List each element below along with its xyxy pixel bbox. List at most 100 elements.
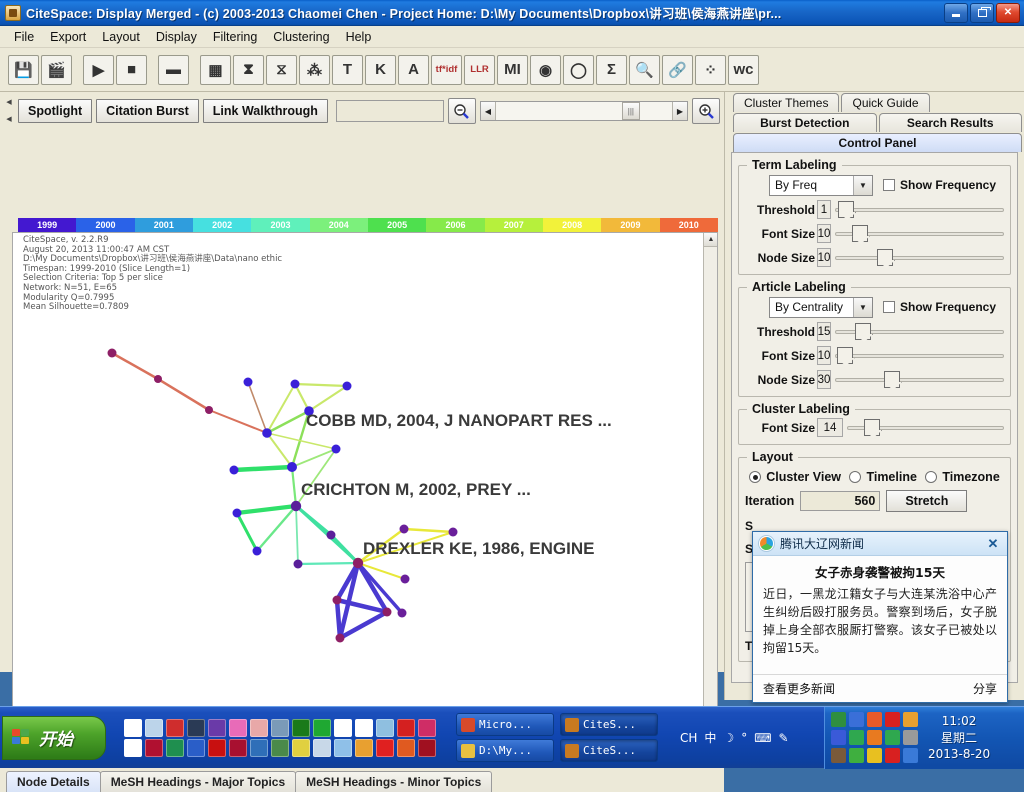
node-circle-icon[interactable]: ◯ bbox=[563, 54, 594, 85]
slider-track-wrap[interactable] bbox=[847, 418, 1004, 437]
graph-node[interactable] bbox=[382, 607, 392, 617]
menu-help[interactable]: Help bbox=[338, 28, 380, 46]
tray-icon[interactable] bbox=[867, 730, 882, 745]
quick-launch-bar[interactable] bbox=[124, 718, 436, 757]
quick-launch-icon[interactable] bbox=[166, 718, 184, 737]
scroll-left-icon[interactable]: ◀ bbox=[480, 102, 496, 120]
bottom-tab-2[interactable]: MeSH Headings - Minor Topics bbox=[295, 771, 493, 792]
graph-node[interactable] bbox=[335, 633, 345, 643]
graph-node[interactable] bbox=[331, 444, 341, 454]
graph-node[interactable] bbox=[229, 465, 239, 475]
scrollbar-track[interactable]: ||| bbox=[495, 102, 672, 120]
quick-launch-icon[interactable] bbox=[355, 718, 373, 737]
graph-node[interactable] bbox=[400, 574, 410, 584]
quick-launch-icon[interactable] bbox=[124, 718, 142, 737]
menu-export[interactable]: Export bbox=[42, 28, 94, 46]
quick-launch-icon[interactable] bbox=[376, 718, 394, 737]
taskbar-clock[interactable]: 11:02 星期二 2013-8-20 bbox=[928, 714, 990, 761]
graph-node[interactable] bbox=[397, 608, 407, 618]
stretch-button[interactable]: Stretch bbox=[886, 490, 968, 512]
chain-link-icon[interactable]: 🔗 bbox=[662, 54, 693, 85]
tray-icon[interactable] bbox=[849, 730, 864, 745]
slider-track-wrap[interactable] bbox=[835, 248, 1004, 267]
llr-button[interactable]: LLR bbox=[464, 54, 495, 85]
search-input[interactable] bbox=[335, 100, 444, 122]
quick-launch-icon[interactable] bbox=[334, 718, 352, 737]
quick-launch-icon[interactable] bbox=[250, 738, 268, 757]
quick-launch-icon[interactable] bbox=[208, 718, 226, 737]
slider-value[interactable]: 15 bbox=[817, 322, 831, 341]
slider-knob[interactable] bbox=[836, 347, 853, 364]
tray-icon[interactable] bbox=[885, 730, 900, 745]
network-canvas[interactable]: CiteSpace, v. 2.2.R9 August 20, 2013 11:… bbox=[12, 232, 718, 750]
sigma-icon[interactable]: Σ bbox=[596, 54, 627, 85]
graph-node[interactable] bbox=[205, 406, 213, 414]
tab-control-panel[interactable]: Control Panel bbox=[733, 133, 1022, 152]
slider-track[interactable] bbox=[835, 378, 1004, 382]
graph-node[interactable] bbox=[342, 381, 352, 391]
slider-value[interactable]: 10 bbox=[817, 224, 831, 243]
quick-launch-icon[interactable] bbox=[229, 738, 247, 757]
bottom-tab-0[interactable]: Node Details bbox=[6, 771, 101, 792]
quick-launch-icon[interactable] bbox=[292, 738, 310, 757]
graph-node[interactable] bbox=[352, 557, 364, 569]
quick-launch-icon[interactable] bbox=[208, 738, 226, 757]
menu-clustering[interactable]: Clustering bbox=[265, 28, 337, 46]
slider-value[interactable]: 1 bbox=[817, 200, 831, 219]
node-ring-icon[interactable]: ◉ bbox=[530, 54, 561, 85]
node-label[interactable]: COBB MD, 2004, J NANOPART RES ... bbox=[306, 411, 612, 430]
tray-icon[interactable] bbox=[849, 748, 864, 763]
layout-option-timezone[interactable]: Timezone bbox=[925, 470, 1000, 484]
horizontal-scrollbar[interactable]: ◀ ||| ▶ bbox=[479, 101, 688, 121]
tray-icon[interactable] bbox=[831, 730, 846, 745]
quick-launch-icon[interactable] bbox=[271, 738, 289, 757]
graph-node[interactable] bbox=[262, 428, 272, 438]
play-icon[interactable]: ▶ bbox=[83, 54, 114, 85]
radio-button[interactable] bbox=[925, 471, 938, 483]
quick-launch-icon[interactable] bbox=[166, 738, 184, 757]
article-show-frequency-checkbox[interactable]: Show Frequency bbox=[883, 300, 996, 314]
iteration-field[interactable]: 560 bbox=[800, 491, 881, 511]
mi-button[interactable]: MI bbox=[497, 54, 528, 85]
layout-option-cluster-view[interactable]: Cluster View bbox=[749, 470, 841, 484]
ime-toolbar[interactable]: CH 中 ☽ ° ⌨ ✎ bbox=[680, 729, 789, 746]
wc-tc-icon[interactable]: wc bbox=[728, 54, 759, 85]
popup-more-link[interactable]: 查看更多新闻 bbox=[763, 680, 835, 697]
tray-icon[interactable] bbox=[903, 712, 918, 727]
hourglass-outline-icon[interactable]: ⧖ bbox=[266, 54, 297, 85]
ime-item-2[interactable]: ☽ bbox=[723, 731, 734, 745]
chevron-down-icon-2[interactable]: ▼ bbox=[853, 297, 872, 317]
node-label[interactable]: CRICHTON M, 2002, PREY ... bbox=[301, 480, 531, 499]
menu-display[interactable]: Display bbox=[148, 28, 205, 46]
quick-launch-icon[interactable] bbox=[187, 738, 205, 757]
menu-filtering[interactable]: Filtering bbox=[205, 28, 265, 46]
tab-cluster-themes[interactable]: Cluster Themes bbox=[733, 93, 840, 112]
network-graph[interactable]: COBB MD, 2004, J NANOPART RES ... CRICHTO… bbox=[13, 233, 718, 750]
graph-node[interactable] bbox=[243, 377, 253, 387]
quick-launch-icon[interactable] bbox=[313, 718, 331, 737]
checkbox-box[interactable] bbox=[883, 179, 895, 191]
label-a-icon[interactable]: A bbox=[398, 54, 429, 85]
maximize-button[interactable] bbox=[970, 2, 994, 23]
tray-icons[interactable] bbox=[831, 712, 918, 763]
tray-icon[interactable] bbox=[849, 712, 864, 727]
tab-search-results[interactable]: Search Results bbox=[878, 113, 1022, 132]
slider-value[interactable]: 10 bbox=[817, 346, 831, 365]
article-labeling-select[interactable]: By Centrality ▼ bbox=[769, 296, 873, 318]
graph-node[interactable] bbox=[326, 530, 336, 540]
tab-quick-guide[interactable]: Quick Guide bbox=[841, 93, 930, 112]
ime-item-0[interactable]: CH bbox=[680, 731, 697, 745]
quick-launch-icon[interactable] bbox=[418, 738, 436, 757]
tray-icon[interactable] bbox=[867, 712, 882, 727]
zoom-in-icon[interactable] bbox=[692, 98, 720, 124]
slider-track-wrap[interactable] bbox=[835, 224, 1004, 243]
graph-node[interactable] bbox=[287, 462, 297, 472]
slider-track-wrap[interactable] bbox=[835, 346, 1004, 365]
magnify-yellow-icon[interactable]: 🔍 bbox=[629, 54, 660, 85]
taskbar-button[interactable]: D:\My... bbox=[456, 739, 554, 762]
tricolor-nodes-icon[interactable]: ⁘ bbox=[695, 54, 726, 85]
citation-burst-button[interactable]: Citation Burst bbox=[96, 99, 199, 123]
tray-icon[interactable] bbox=[903, 730, 918, 745]
node-label[interactable]: DREXLER KE, 1986, ENGINE bbox=[363, 539, 594, 558]
spotlight-button[interactable]: Spotlight bbox=[18, 99, 93, 123]
